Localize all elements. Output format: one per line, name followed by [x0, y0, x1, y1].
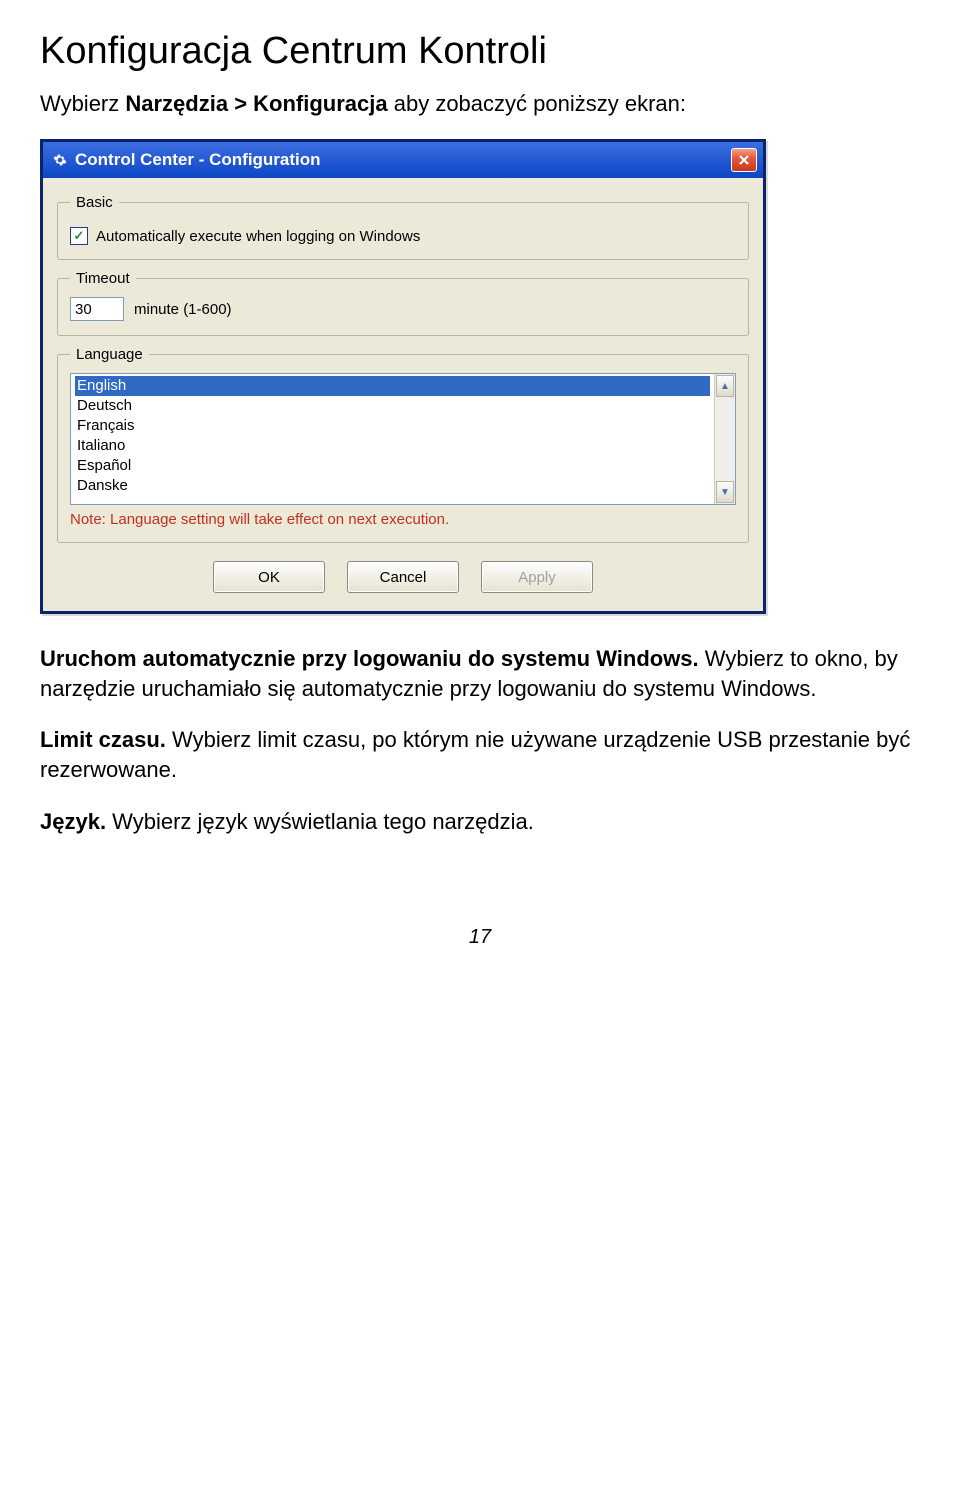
intro-text: Wybierz Narzędzia > Konfiguracja aby zob…	[40, 91, 920, 117]
dialog-buttons: OK Cancel Apply	[57, 561, 749, 593]
language-legend: Language	[70, 346, 149, 363]
auto-execute-label: Automatically execute when logging on Wi…	[96, 228, 420, 245]
body-text: Uruchom automatycznie przy logowaniu do …	[40, 644, 920, 836]
basic-group: Basic ✓ Automatically execute when loggi…	[57, 194, 749, 260]
language-group: Language English Deutsch Français Italia…	[57, 346, 749, 543]
language-items: English Deutsch Français Italiano Españo…	[71, 374, 714, 504]
page-heading: Konfiguracja Centrum Kontroli	[40, 30, 920, 73]
basic-legend: Basic	[70, 194, 119, 211]
scroll-up-button[interactable]: ▲	[716, 375, 734, 397]
dialog-title: Control Center - Configuration	[75, 150, 731, 170]
timeout-unit-label: minute (1-600)	[134, 301, 232, 318]
page-number: 17	[40, 926, 920, 949]
chevron-down-icon: ▼	[720, 487, 730, 498]
language-listbox[interactable]: English Deutsch Français Italiano Españo…	[70, 373, 736, 505]
language-item[interactable]: Français	[75, 416, 710, 436]
language-note: Note: Language setting will take effect …	[70, 511, 736, 528]
timeout-input[interactable]	[70, 297, 124, 321]
intro-bold: Narzędzia > Konfiguracja	[125, 91, 387, 116]
language-item[interactable]: Italiano	[75, 436, 710, 456]
intro-suffix: aby zobaczyć poniższy ekran:	[388, 91, 686, 116]
dialog-titlebar[interactable]: Control Center - Configuration	[43, 142, 763, 178]
close-icon	[738, 154, 750, 166]
language-item[interactable]: Deutsch	[75, 396, 710, 416]
close-button[interactable]	[731, 148, 757, 172]
language-item[interactable]: English	[75, 376, 710, 396]
p2-bold: Limit czasu.	[40, 727, 166, 752]
timeout-group: Timeout minute (1-600)	[57, 270, 749, 336]
p1-bold: Uruchom automatycznie przy logowaniu do …	[40, 646, 699, 671]
apply-button[interactable]: Apply	[481, 561, 593, 593]
scroll-down-button[interactable]: ▼	[716, 481, 734, 503]
ok-button[interactable]: OK	[213, 561, 325, 593]
p3-rest: Wybierz język wyświetlania tego narzędzi…	[106, 809, 534, 834]
gear-icon	[51, 151, 69, 169]
config-dialog: Control Center - Configuration Basic ✓ A…	[40, 139, 766, 614]
cancel-button[interactable]: Cancel	[347, 561, 459, 593]
chevron-up-icon: ▲	[720, 381, 730, 392]
dialog-body: Basic ✓ Automatically execute when loggi…	[43, 178, 763, 611]
paragraph-auto: Uruchom automatycznie przy logowaniu do …	[40, 644, 920, 703]
scrollbar[interactable]: ▲ ▼	[714, 374, 735, 504]
intro-prefix: Wybierz	[40, 91, 125, 116]
language-item[interactable]: Español	[75, 456, 710, 476]
paragraph-language: Język. Wybierz język wyświetlania tego n…	[40, 807, 920, 837]
p3-bold: Język.	[40, 809, 106, 834]
auto-execute-checkbox[interactable]: ✓	[70, 227, 88, 245]
paragraph-timeout: Limit czasu. Wybierz limit czasu, po któ…	[40, 725, 920, 784]
language-item[interactable]: Danske	[75, 476, 710, 496]
timeout-legend: Timeout	[70, 270, 136, 287]
p2-rest: Wybierz limit czasu, po którym nie używa…	[40, 727, 910, 782]
